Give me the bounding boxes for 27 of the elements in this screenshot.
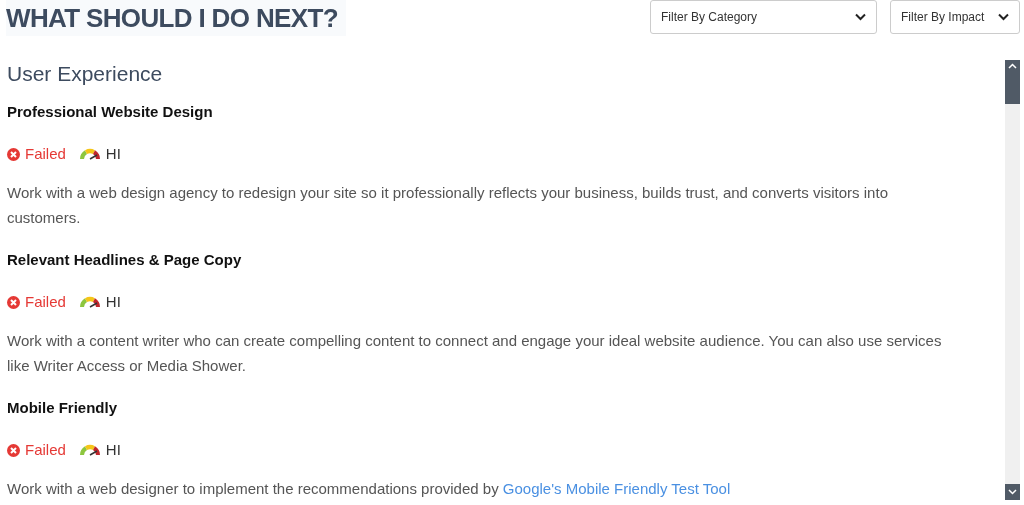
chevron-down-icon xyxy=(998,13,1009,21)
item-title: Mobile Friendly xyxy=(7,398,118,418)
impact-label: HI xyxy=(105,143,121,164)
impact-label: HI xyxy=(105,439,121,460)
impact-label: HI xyxy=(105,291,121,312)
scroll-down-icon xyxy=(1008,489,1017,495)
gauge-icon xyxy=(77,148,102,160)
scrollbar[interactable] xyxy=(1005,60,1020,500)
error-icon xyxy=(7,443,20,457)
page-title: WHAT SHOULD I DO NEXT? xyxy=(6,0,346,36)
status-label: Failed xyxy=(7,438,66,462)
item-title: Professional Website Design xyxy=(7,102,214,122)
error-icon xyxy=(7,147,20,161)
filter-dropdown[interactable]: Filter By Impact xyxy=(890,0,1020,34)
section-heading: User Experience xyxy=(7,61,164,87)
error-icon xyxy=(7,295,20,309)
item-description: Work with a content writer who can create compelling content to connect and engage your ideal website audience. You can also use services like Writer Access or Media Shower. xyxy=(7,331,943,376)
item-description: Work with a web design agency to redesign your site so it professionally reflects your business, builds trust, and converts visitors into customers. xyxy=(7,183,889,228)
filter-dropdown[interactable]: Filter By Category xyxy=(650,0,877,34)
item-title: Relevant Headlines & Page Copy xyxy=(7,250,243,270)
gauge-icon xyxy=(77,296,102,308)
scroll-up-icon xyxy=(1008,63,1017,69)
chevron-down-icon xyxy=(855,13,866,21)
status-label: Failed xyxy=(7,142,66,166)
gauge-icon xyxy=(77,444,102,456)
status-label: Failed xyxy=(7,290,66,314)
item-description: Work with a web designer to implement the recommendations provided by Google's Mobile Friendly Test Tool xyxy=(7,479,732,499)
